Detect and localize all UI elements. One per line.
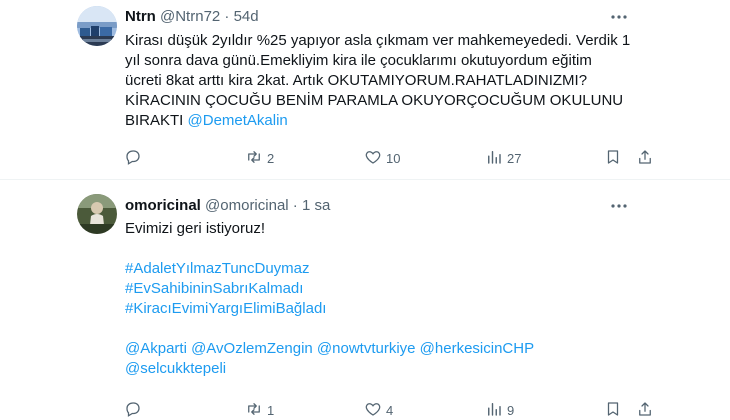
- more-icon[interactable]: [609, 196, 629, 216]
- bookmark-button[interactable]: [604, 148, 622, 168]
- like-button[interactable]: 4: [364, 400, 393, 420]
- timestamp[interactable]: 54d: [234, 8, 259, 25]
- views-button[interactable]: 9: [485, 400, 514, 420]
- tweet-text-line: KİRACININ ÇOCUĞU BENİM PARAMLA OKUYORÇOC…: [125, 92, 624, 109]
- like-button[interactable]: 10: [364, 148, 400, 168]
- display-name[interactable]: Ntrn: [125, 8, 156, 25]
- bookmark-icon: [604, 148, 622, 169]
- repost-count: 1: [267, 402, 275, 418]
- heart-icon: [364, 148, 382, 169]
- timestamp[interactable]: 1 sa: [302, 197, 330, 214]
- tweet-text-line: ücreti 8kat arttı kira 2kat. Artık OKUTA…: [125, 72, 588, 89]
- tweet-actions: 1 4 9: [0, 400, 730, 420]
- reply-button[interactable]: [124, 148, 146, 168]
- views-count: 27: [507, 150, 522, 166]
- display-name[interactable]: omoricinal: [125, 197, 201, 214]
- reply-icon: [124, 400, 142, 420]
- avatar[interactable]: [77, 6, 117, 46]
- tweet[interactable]: omoricinal @omoricinal · 1 sa Evimizi ge…: [0, 181, 730, 420]
- tweet-text: Evimizi geri istiyoruz! #AdaletYılmazTun…: [125, 219, 635, 379]
- hashtag-link[interactable]: #AdaletYılmazTuncDuymaz: [125, 259, 635, 279]
- mention-link[interactable]: @selcukktepeli: [125, 359, 635, 379]
- mention-link[interactable]: @DemetAkalin: [188, 112, 288, 129]
- avatar[interactable]: [77, 194, 117, 234]
- hashtag-link[interactable]: #EvSahibininSabrıKalmadı: [125, 279, 635, 299]
- tweet-text: Kirası düşük 2yıldır %25 yapıyor asla çı…: [125, 31, 635, 131]
- bookmark-icon: [604, 400, 622, 420]
- share-icon: [636, 400, 654, 420]
- tweet-actions: 2 10 27: [0, 148, 730, 168]
- like-count: 4: [386, 402, 394, 418]
- views-icon: [485, 148, 503, 169]
- repost-button[interactable]: 2: [245, 148, 274, 168]
- tweet-header: omoricinal @omoricinal · 1 sa: [125, 196, 330, 216]
- mention-links[interactable]: @Akparti @AvOzlemZengin @nowtvturkiye @h…: [125, 339, 635, 359]
- repost-count: 2: [267, 150, 275, 166]
- bookmark-button[interactable]: [604, 400, 622, 420]
- repost-icon: [245, 400, 263, 420]
- more-icon[interactable]: [609, 7, 629, 27]
- heart-icon: [364, 400, 382, 420]
- views-button[interactable]: 27: [485, 148, 521, 168]
- tweet-text-line: BIRAKTI @DemetAkalin: [125, 111, 635, 131]
- repost-button[interactable]: 1: [245, 400, 274, 420]
- views-count: 9: [507, 402, 515, 418]
- user-handle[interactable]: @Ntrn72: [160, 8, 220, 25]
- tweet[interactable]: Ntrn @Ntrn72 · 54d Kirası düşük 2yıldır …: [0, 0, 730, 180]
- reply-button[interactable]: [124, 400, 146, 420]
- share-button[interactable]: [636, 148, 654, 168]
- tweet-text-line: Kirası düşük 2yıldır %25 yapıyor asla çı…: [125, 32, 631, 49]
- repost-icon: [245, 148, 263, 169]
- tweet-header: Ntrn @Ntrn72 · 54d: [125, 7, 259, 27]
- hashtag-link[interactable]: #KiracıEvimiYargıElimiBağladı: [125, 299, 635, 319]
- separator: ·: [224, 8, 230, 25]
- reply-icon: [124, 148, 142, 169]
- separator: ·: [292, 197, 298, 214]
- tweet-text-fragment: BIRAKTI: [125, 112, 188, 129]
- views-icon: [485, 400, 503, 420]
- share-icon: [636, 148, 654, 169]
- like-count: 10: [386, 150, 401, 166]
- user-handle[interactable]: @omoricinal: [205, 197, 289, 214]
- share-button[interactable]: [636, 400, 654, 420]
- tweet-text-line: Evimizi geri istiyoruz!: [125, 220, 266, 237]
- tweet-text-line: yıl sonra dava günü.Emekliyim kira ile ç…: [125, 52, 592, 69]
